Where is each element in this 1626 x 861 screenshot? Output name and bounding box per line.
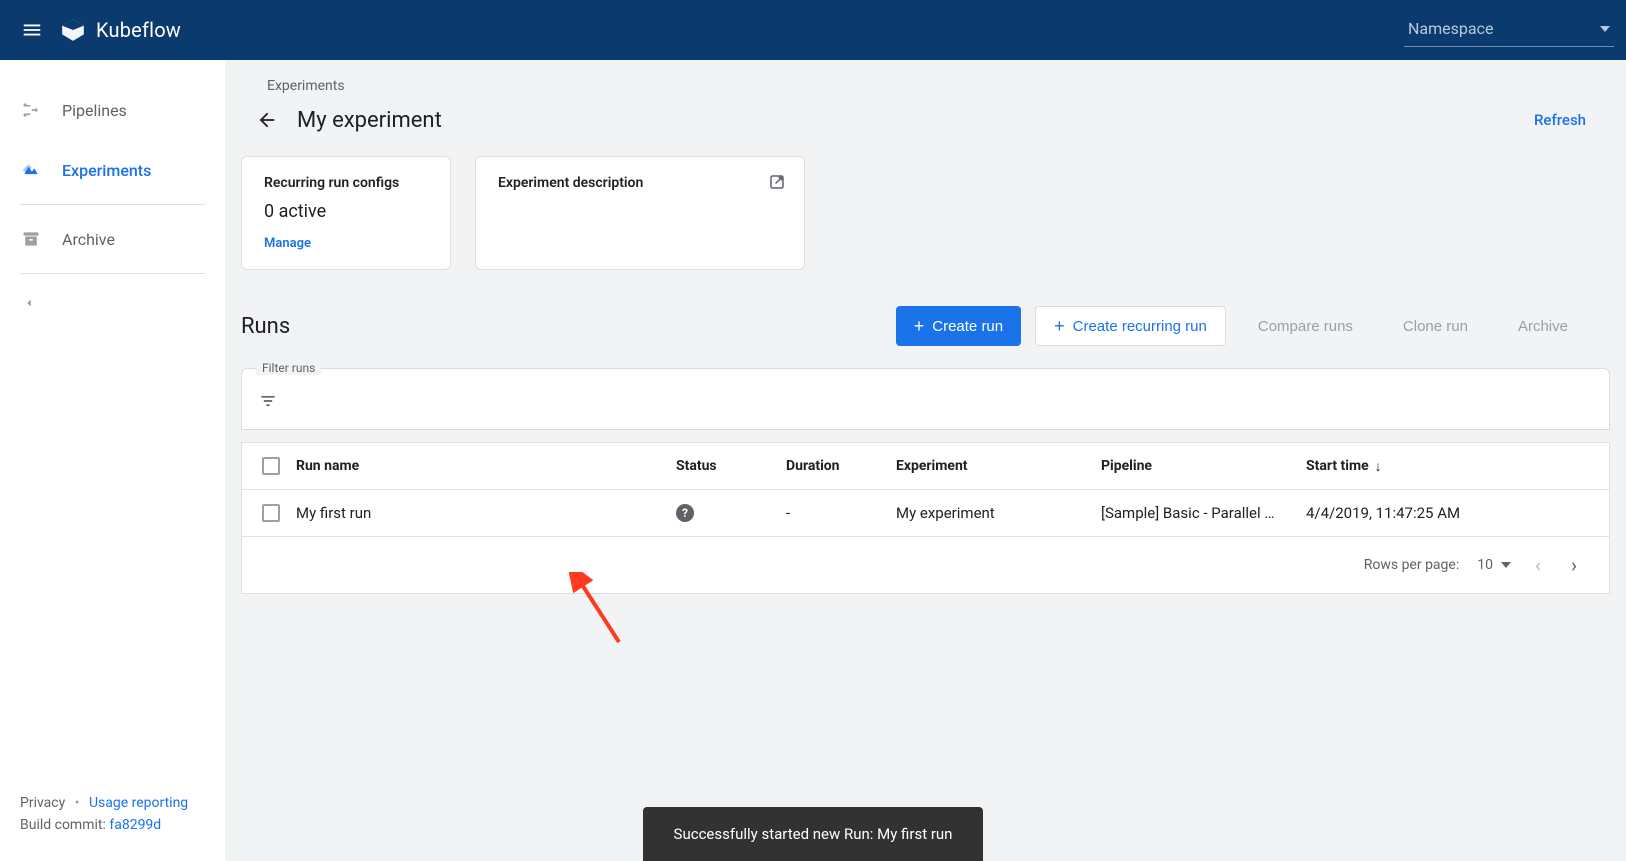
runs-table-header: Run name Status Duration Experiment Pipe… <box>242 443 1609 490</box>
recurring-active-count: 0 active <box>264 201 428 222</box>
runs-table: Run name Status Duration Experiment Pipe… <box>241 442 1610 594</box>
experiment-description-card: Experiment description <box>475 156 805 270</box>
pipeline-cell: [Sample] Basic - Parallel … <box>1101 504 1306 522</box>
page-title: My experiment <box>297 108 442 133</box>
sidebar-collapse-button[interactable] <box>0 278 225 332</box>
runs-section-title: Runs <box>241 314 290 339</box>
sidebar-divider <box>20 204 205 205</box>
rows-per-page-label: Rows per page: <box>1364 557 1459 573</box>
main-content: Experiments My experiment Refresh Recurr… <box>225 60 1626 861</box>
filter-runs-label: Filter runs <box>256 361 321 375</box>
pager-prev-button[interactable]: ‹ <box>1529 553 1547 577</box>
pipelines-icon <box>20 100 42 120</box>
status-unknown-icon: ? <box>676 504 694 522</box>
rows-per-page-select[interactable]: 10 <box>1477 557 1511 573</box>
manage-recurring-button[interactable]: Manage <box>264 236 311 251</box>
recurring-runs-card: Recurring run configs 0 active Manage <box>241 156 451 270</box>
page-header: My experiment Refresh <box>225 94 1626 156</box>
start-time-cell: 4/4/2019, 11:47:25 AM <box>1306 504 1476 522</box>
build-commit-link[interactable]: fa8299d <box>109 817 161 833</box>
open-external-icon <box>768 173 786 191</box>
duration-cell: - <box>786 504 896 522</box>
build-commit-prefix: Build commit: <box>20 817 109 833</box>
appbar: Kubeflow Namespace <box>0 0 1626 60</box>
sort-desc-icon: ↓ <box>1375 458 1382 475</box>
run-row[interactable]: My first run ? - My experiment [Sample] … <box>242 490 1609 537</box>
arrow-back-icon <box>256 109 278 131</box>
namespace-label: Namespace <box>1408 19 1493 38</box>
row-checkbox[interactable] <box>262 504 280 522</box>
sidebar-item-label: Archive <box>62 230 115 249</box>
dropdown-icon <box>1501 562 1511 568</box>
sidebar-item-archive[interactable]: Archive <box>0 209 225 269</box>
col-experiment[interactable]: Experiment <box>896 458 1101 474</box>
select-all-checkbox[interactable] <box>262 457 280 475</box>
toast-notification: Successfully started new Run: My first r… <box>643 807 983 861</box>
archive-run-button[interactable]: Archive <box>1500 306 1586 346</box>
archive-icon <box>20 229 42 249</box>
col-pipeline[interactable]: Pipeline <box>1101 458 1306 474</box>
edit-description-button[interactable] <box>768 173 786 195</box>
brand-name: Kubeflow <box>96 18 181 42</box>
sidebar-item-experiments[interactable]: Experiments <box>0 140 225 200</box>
clone-run-button[interactable]: Clone run <box>1385 306 1486 346</box>
sidebar: Pipelines Experiments Archive Privacy • … <box>0 60 225 861</box>
hamburger-menu-button[interactable] <box>12 10 52 50</box>
col-start-time-label: Start time <box>1306 458 1369 474</box>
col-status[interactable]: Status <box>676 458 786 474</box>
runs-toolbar: Runs + Create run + Create recurring run… <box>225 278 1626 358</box>
create-recurring-run-label: Create recurring run <box>1073 318 1207 335</box>
col-start-time[interactable]: Start time ↓ <box>1306 458 1476 475</box>
sidebar-item-label: Experiments <box>62 161 151 180</box>
privacy-link[interactable]: Privacy <box>20 795 65 811</box>
filter-icon <box>258 399 278 415</box>
sidebar-item-pipelines[interactable]: Pipelines <box>0 80 225 140</box>
create-recurring-run-button[interactable]: + Create recurring run <box>1035 306 1226 346</box>
sidebar-item-label: Pipelines <box>62 101 127 120</box>
dropdown-icon <box>1600 26 1610 32</box>
compare-runs-button[interactable]: Compare runs <box>1240 306 1371 346</box>
pager-next-button[interactable]: › <box>1565 553 1583 577</box>
breadcrumb: Experiments <box>225 60 1626 94</box>
filter-runs-field[interactable]: Filter runs <box>241 368 1610 430</box>
experiment-cell: My experiment <box>896 504 1101 522</box>
sidebar-footer: Privacy • Usage reporting Build commit: … <box>0 795 225 849</box>
recurring-card-title: Recurring run configs <box>264 175 428 191</box>
rows-per-page-value: 10 <box>1477 557 1493 573</box>
kubeflow-logo-icon <box>60 17 86 43</box>
sidebar-divider <box>20 273 205 274</box>
namespace-select[interactable]: Namespace <box>1404 13 1614 47</box>
run-name-cell: My first run <box>296 504 676 522</box>
usage-reporting-link[interactable]: Usage reporting <box>89 795 188 811</box>
summary-cards: Recurring run configs 0 active Manage Ex… <box>225 156 1626 278</box>
chevron-left-icon <box>22 296 36 310</box>
table-pager: Rows per page: 10 ‹ › <box>242 537 1609 593</box>
breadcrumb-experiments[interactable]: Experiments <box>267 78 345 94</box>
create-run-label: Create run <box>932 318 1003 335</box>
brand[interactable]: Kubeflow <box>60 17 181 43</box>
col-run-name[interactable]: Run name <box>296 458 676 474</box>
description-card-title: Experiment description <box>498 175 782 191</box>
col-duration[interactable]: Duration <box>786 458 896 474</box>
menu-icon <box>21 19 43 41</box>
back-button[interactable] <box>249 102 285 138</box>
experiments-icon <box>20 160 42 180</box>
create-run-button[interactable]: + Create run <box>896 306 1021 346</box>
refresh-button[interactable]: Refresh <box>1534 111 1586 129</box>
